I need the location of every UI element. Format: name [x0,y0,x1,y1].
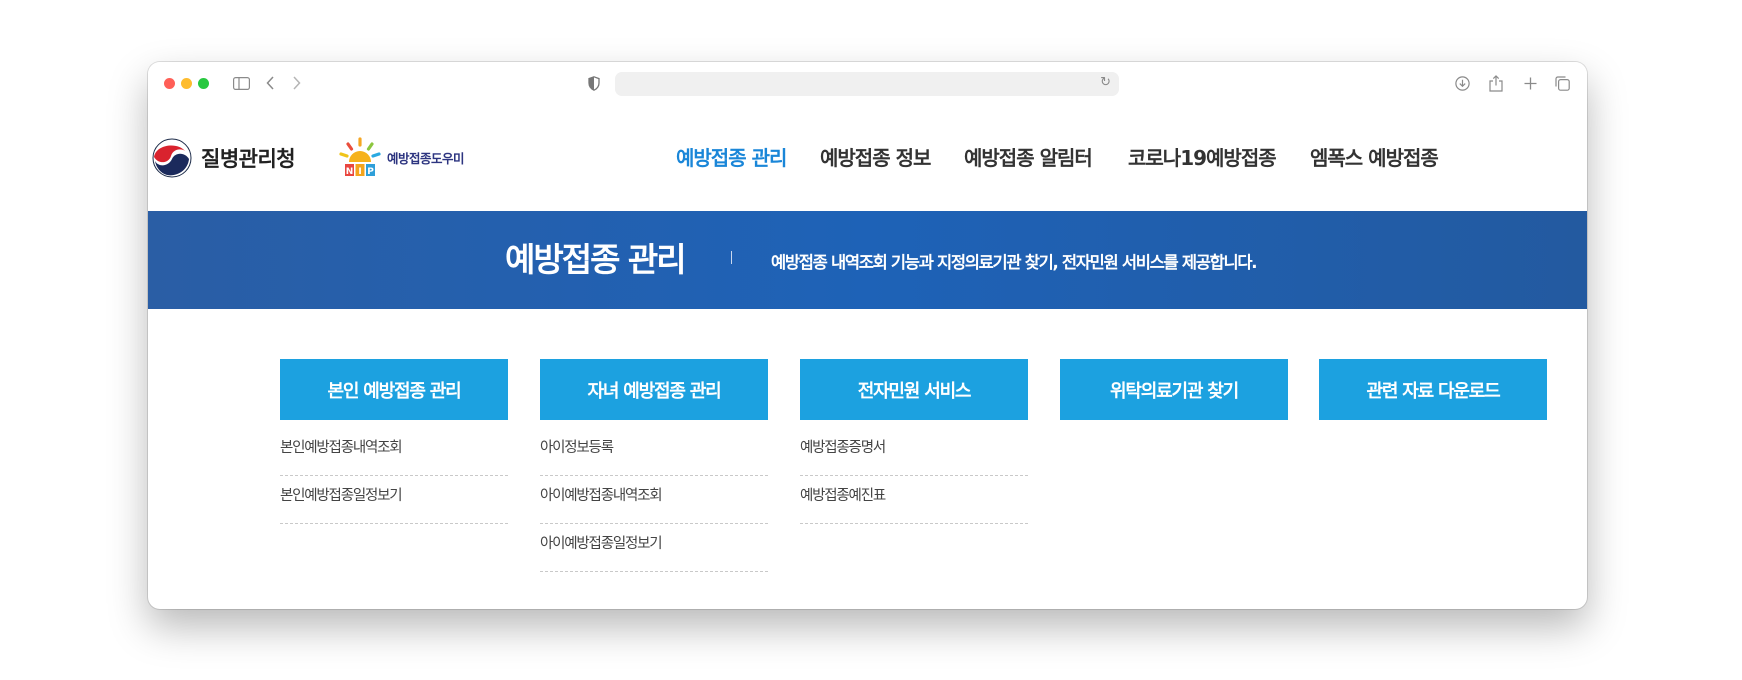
svg-text:P: P [367,167,374,177]
close-window-button[interactable] [164,78,175,89]
nip-logo[interactable]: N I P 예방접종도우미 [338,133,465,181]
list-item[interactable]: 아이정보등록 [540,428,768,476]
section-find-clinic: 위탁의료기관 찾기 [1060,359,1288,420]
zoom-window-button[interactable] [198,78,209,89]
list-item[interactable]: 예방접종예진표 [800,476,1028,524]
download-icon[interactable] [1453,70,1471,96]
list-item[interactable]: 본인예방접종일정보기 [280,476,508,524]
self-vaccination-links: 본인예방접종내역조회 본인예방접종일정보기 [280,428,508,524]
browser-window: ↻ 질병관리청 N I P 예방접종도우미 예방접종 관리 예방접종 정보 예방… [148,62,1587,609]
org-name: 질병관리청 [201,147,296,171]
find-clinic-button[interactable]: 위탁의료기관 찾기 [1060,359,1288,420]
section-downloads: 관련 자료 다운로드 [1319,359,1547,420]
new-tab-icon[interactable] [1521,70,1539,96]
list-item[interactable]: 아이예방접종내역조회 [540,476,768,524]
page-banner: 예방접종 관리 예방접종 내역조회 기능과 지정의료기관 찾기, 전자민원 서비… [148,211,1587,309]
section-child-vaccination: 자녀 예방접종 관리 아이정보등록 아이예방접종내역조회 아이예방접종일정보기 [540,359,768,572]
service-logo-label: 예방접종도우미 [387,150,465,166]
nip-sun-icon: N I P [339,137,381,177]
svg-text:N: N [346,167,354,177]
kdca-logo[interactable]: 질병관리청 [152,135,296,181]
banner-divider [731,251,732,264]
back-icon[interactable] [262,70,278,96]
reload-icon[interactable]: ↻ [1100,75,1111,90]
child-vaccination-button[interactable]: 자녀 예방접종 관리 [540,359,768,420]
taegeuk-logo-icon [152,138,192,178]
list-item[interactable]: 아이예방접종일정보기 [540,524,768,572]
banner-description: 예방접종 내역조회 기능과 지정의료기관 찾기, 전자민원 서비스를 제공합니다… [771,253,1258,272]
downloads-button[interactable]: 관련 자료 다운로드 [1319,359,1547,420]
privacy-shield-icon[interactable] [585,70,603,96]
section-e-civil-service: 전자민원 서비스 예방접종증명서 예방접종예진표 [800,359,1028,524]
self-vaccination-button[interactable]: 본인 예방접종 관리 [280,359,508,420]
e-civil-service-links: 예방접종증명서 예방접종예진표 [800,428,1028,524]
sidebar-toggle-icon[interactable] [230,70,252,96]
nav-mpox-vaccination[interactable]: 엠폭스 예방접종 [1310,142,1439,171]
e-civil-service-button[interactable]: 전자민원 서비스 [800,359,1028,420]
browser-toolbar: ↻ [148,62,1587,104]
banner-title: 예방접종 관리 [505,240,687,279]
address-bar[interactable]: ↻ [615,72,1119,96]
list-item[interactable]: 예방접종증명서 [800,428,1028,476]
minimize-window-button[interactable] [181,78,192,89]
nav-vaccination-management[interactable]: 예방접종 관리 [676,142,787,171]
child-vaccination-links: 아이정보등록 아이예방접종내역조회 아이예방접종일정보기 [540,428,768,572]
nav-covid19-vaccination[interactable]: 코로나19예방접종 [1128,142,1277,171]
share-icon[interactable] [1487,70,1505,96]
forward-icon[interactable] [288,70,304,96]
tab-overview-icon[interactable] [1553,70,1571,96]
section-self-vaccination: 본인 예방접종 관리 본인예방접종내역조회 본인예방접종일정보기 [280,359,508,524]
list-item[interactable]: 본인예방접종내역조회 [280,428,508,476]
nav-vaccination-info[interactable]: 예방접종 정보 [820,142,931,171]
nav-vaccination-alerts[interactable]: 예방접종 알림터 [964,142,1093,171]
svg-text:I: I [358,167,361,177]
service-logo-text: 예방접종도우미 [387,148,465,167]
